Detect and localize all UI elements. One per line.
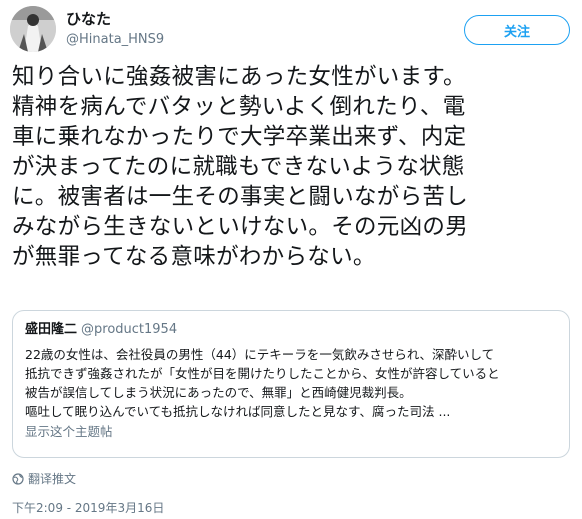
show-thread-link[interactable]: 显示这个主题帖	[25, 423, 557, 441]
translate-tweet-link[interactable]: 翻译推文	[12, 470, 76, 487]
author-handle[interactable]: @Hinata_HNS9	[66, 31, 164, 49]
tweet-header: ひなた @Hinata_HNS9 关注	[10, 6, 572, 54]
tweet-text: 知り合いに強姦被害にあった女性がいます。 精神を病んでバタッと勢いよく倒れたり、…	[12, 64, 469, 270]
quoted-tweet-header: 盛田隆二 @product1954	[25, 321, 557, 339]
author-names: ひなた @Hinata_HNS9	[66, 9, 164, 49]
avatar[interactable]	[10, 6, 56, 52]
avatar-image	[10, 6, 56, 52]
globe-icon	[12, 472, 24, 485]
quoted-tweet-handle: @product1954	[81, 322, 178, 337]
quoted-tweet[interactable]: 盛田隆二 @product1954 22歳の女性は、会社役員の男性（44）にテキー…	[12, 310, 570, 458]
tweet-timestamp[interactable]: 下午2:09 - 2019年3月16日	[12, 501, 164, 515]
translate-label: 翻译推文	[28, 472, 77, 486]
author-display-name[interactable]: ひなた	[66, 9, 164, 29]
follow-button[interactable]: 关注	[464, 15, 570, 45]
quoted-tweet-name: 盛田隆二	[25, 322, 78, 337]
quoted-tweet-text: 22歳の女性は、会社役員の男性（44）にテキーラを一気飲みさせられ、深酔いして …	[25, 347, 500, 419]
